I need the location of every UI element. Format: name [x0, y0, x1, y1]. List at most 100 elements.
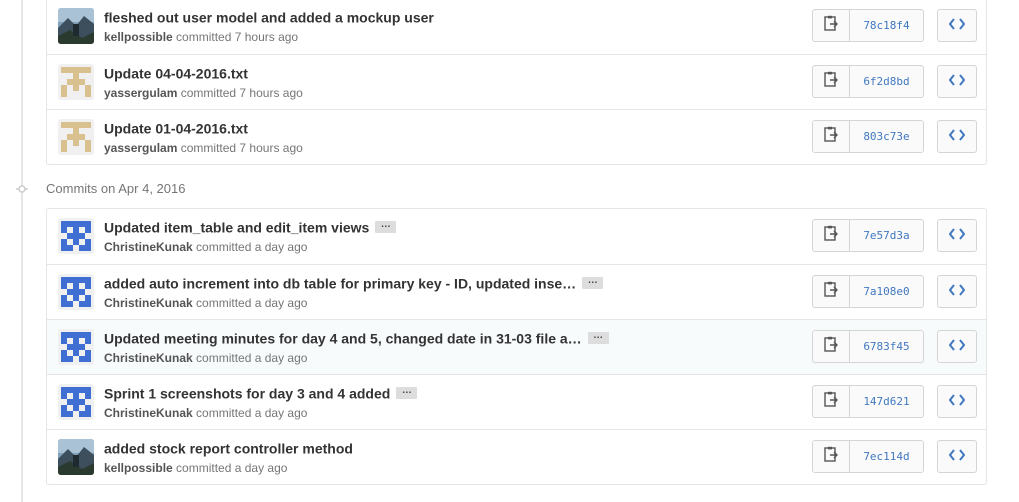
- commit-sha-group: 147d621: [812, 385, 924, 418]
- commit-message-link[interactable]: fleshed out user model and added a mocku…: [104, 9, 434, 25]
- clipboard-icon: [824, 225, 838, 246]
- browse-repo-button[interactable]: [937, 9, 977, 42]
- commit-row: fleshed out user model and added a mocku…: [47, 0, 986, 54]
- commit-author[interactable]: kellpossible: [104, 30, 173, 44]
- avatar[interactable]: [58, 8, 94, 44]
- copy-sha-button[interactable]: [813, 276, 850, 307]
- commit-sha-group: 6f2d8bd: [812, 65, 924, 98]
- copy-sha-button[interactable]: [813, 220, 850, 251]
- browse-repo-button[interactable]: [937, 440, 977, 473]
- copy-sha-button[interactable]: [813, 66, 850, 97]
- commit-message-link[interactable]: Update 01-04-2016.txt: [104, 120, 248, 136]
- commit-row: Update 04-04-2016.txt yassergulam commit…: [47, 54, 986, 109]
- commit-message: added stock report controller method: [104, 439, 353, 456]
- copy-sha-button[interactable]: [813, 386, 850, 417]
- clipboard-icon: [824, 391, 838, 412]
- avatar[interactable]: [58, 64, 94, 100]
- timeline-line: [21, 0, 23, 502]
- commit-meta: ChristineKunak committed a day ago: [104, 240, 307, 254]
- commit-group-2: Updated item_table and edit_item views… …: [46, 208, 987, 485]
- copy-sha-button[interactable]: [813, 441, 850, 472]
- commit-author[interactable]: ChristineKunak: [104, 406, 193, 420]
- browse-repo-button[interactable]: [937, 385, 977, 418]
- browse-repo-button[interactable]: [937, 330, 977, 363]
- expand-message-button[interactable]: …: [587, 331, 609, 345]
- commit-message: Update 01-04-2016.txt: [104, 119, 248, 136]
- commit-dot-icon: [16, 185, 28, 193]
- commit-time: committed a day ago: [196, 240, 308, 254]
- code-icon: [948, 227, 966, 245]
- commit-row: Updated item_table and edit_item views… …: [47, 209, 986, 264]
- expand-message-button[interactable]: …: [375, 220, 397, 234]
- browse-repo-button[interactable]: [937, 120, 977, 153]
- commit-meta: kellpossible committed a day ago: [104, 461, 287, 475]
- commit-sha-group: 7ec114d: [812, 440, 924, 473]
- commit-message: added auto increment into db table for p…: [104, 274, 604, 291]
- commit-sha-link[interactable]: 78c18f4: [850, 10, 923, 41]
- clipboard-icon: [824, 15, 838, 36]
- commit-sha-link[interactable]: 7e57d3a: [850, 220, 923, 251]
- commit-meta: yassergulam committed 7 hours ago: [104, 86, 303, 100]
- commit-sha-group: 7e57d3a: [812, 219, 924, 252]
- commit-author[interactable]: kellpossible: [104, 461, 173, 475]
- browse-repo-button[interactable]: [937, 65, 977, 98]
- commit-author[interactable]: ChristineKunak: [104, 351, 193, 365]
- commit-message-link[interactable]: added stock report controller method: [104, 440, 353, 456]
- code-icon: [948, 393, 966, 411]
- commit-sha-group: 78c18f4: [812, 9, 924, 42]
- clipboard-icon: [824, 281, 838, 302]
- commit-sha-link[interactable]: 803c73e: [850, 121, 923, 152]
- avatar[interactable]: [58, 119, 94, 155]
- code-icon: [948, 73, 966, 91]
- commit-message-link[interactable]: added auto increment into db table for p…: [104, 275, 576, 291]
- commit-meta: kellpossible committed 7 hours ago: [104, 30, 298, 44]
- code-icon: [948, 338, 966, 356]
- commit-sha-link[interactable]: 6f2d8bd: [850, 66, 923, 97]
- avatar[interactable]: [58, 439, 94, 475]
- commit-sha-group: 7a108e0: [812, 275, 924, 308]
- commit-date-label: Commits on Apr 4, 2016: [46, 181, 186, 196]
- clipboard-icon: [824, 126, 838, 147]
- commit-sha-link[interactable]: 147d621: [850, 386, 923, 417]
- commit-message: Updated meeting minutes for day 4 and 5,…: [104, 329, 609, 346]
- commit-author[interactable]: ChristineKunak: [104, 240, 193, 254]
- commit-message-link[interactable]: Sprint 1 screenshots for day 3 and 4 add…: [104, 385, 390, 401]
- commit-message: Update 04-04-2016.txt: [104, 64, 248, 81]
- commit-row: added stock report controller method kel…: [47, 429, 986, 484]
- avatar[interactable]: [58, 329, 94, 365]
- commit-date-header: Commits on Apr 4, 2016: [0, 178, 1019, 200]
- commit-sha-link[interactable]: 6783f45: [850, 331, 923, 362]
- commit-time: committed a day ago: [176, 461, 288, 475]
- commit-row: Sprint 1 screenshots for day 3 and 4 add…: [47, 374, 986, 429]
- commit-message-link[interactable]: Update 04-04-2016.txt: [104, 65, 248, 81]
- commit-message-link[interactable]: Updated item_table and edit_item views: [104, 219, 369, 235]
- avatar[interactable]: [58, 384, 94, 420]
- commit-author[interactable]: yassergulam: [104, 141, 177, 155]
- expand-message-button[interactable]: …: [396, 386, 418, 400]
- commit-group-1: fleshed out user model and added a mocku…: [46, 0, 987, 165]
- avatar[interactable]: [58, 274, 94, 310]
- expand-message-button[interactable]: …: [582, 276, 604, 290]
- commit-time: committed a day ago: [196, 296, 308, 310]
- browse-repo-button[interactable]: [937, 275, 977, 308]
- commit-time: committed a day ago: [196, 351, 308, 365]
- commit-time: committed a day ago: [196, 406, 308, 420]
- commit-sha-link[interactable]: 7ec114d: [850, 441, 923, 472]
- avatar[interactable]: [58, 218, 94, 254]
- commit-sha-link[interactable]: 7a108e0: [850, 276, 923, 307]
- commit-message-link[interactable]: Updated meeting minutes for day 4 and 5,…: [104, 330, 582, 346]
- commit-time: committed 7 hours ago: [180, 86, 303, 100]
- copy-sha-button[interactable]: [813, 10, 850, 41]
- browse-repo-button[interactable]: [937, 219, 977, 252]
- commit-author[interactable]: yassergulam: [104, 86, 177, 100]
- commit-row: added auto increment into db table for p…: [47, 264, 986, 319]
- copy-sha-button[interactable]: [813, 331, 850, 362]
- commit-sha-group: 803c73e: [812, 120, 924, 153]
- copy-sha-button[interactable]: [813, 121, 850, 152]
- commit-meta: yassergulam committed 7 hours ago: [104, 141, 303, 155]
- commit-sha-group: 6783f45: [812, 330, 924, 363]
- code-icon: [948, 17, 966, 35]
- commit-author[interactable]: ChristineKunak: [104, 296, 193, 310]
- commit-meta: ChristineKunak committed a day ago: [104, 351, 307, 365]
- commit-meta: ChristineKunak committed a day ago: [104, 406, 307, 420]
